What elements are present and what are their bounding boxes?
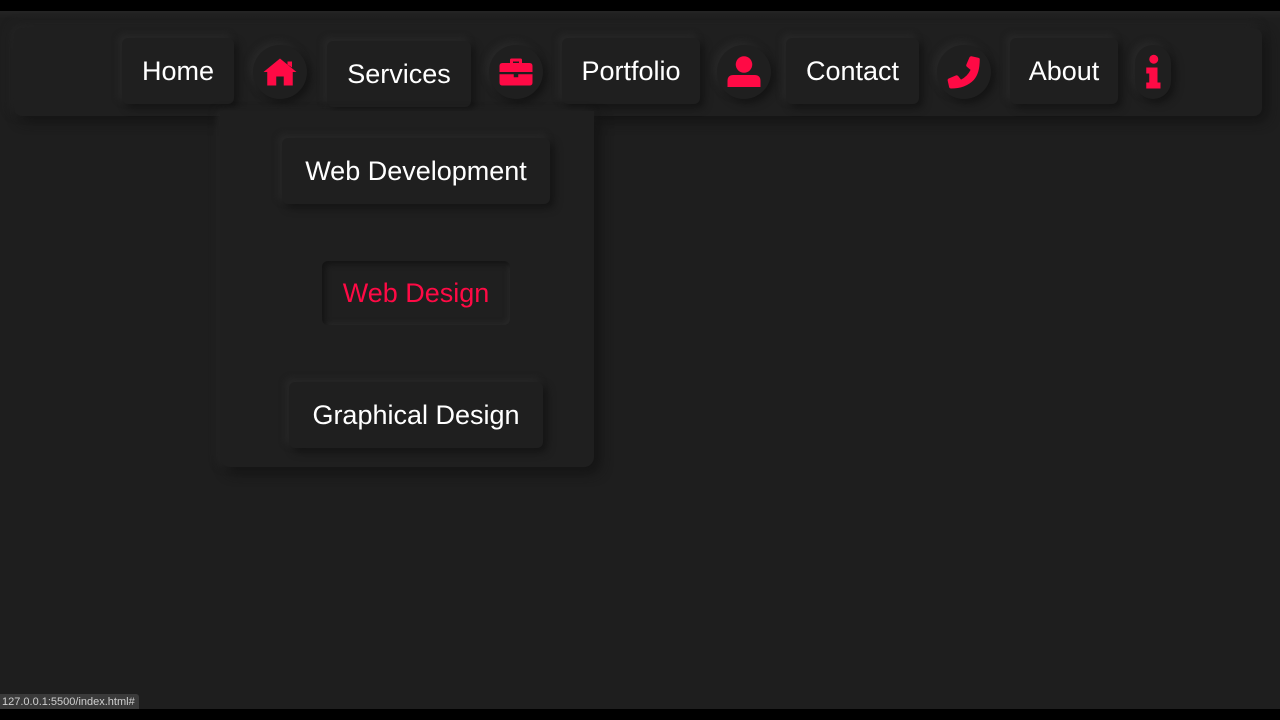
nav-services-label: Services	[347, 58, 451, 89]
phone-icon-glyph	[947, 56, 980, 89]
briefcase-icon[interactable]	[489, 45, 543, 99]
dropdown-item-label: Graphical Design	[312, 399, 520, 430]
user-icon[interactable]	[717, 45, 771, 99]
nav-portfolio-button[interactable]: Portfolio	[562, 38, 700, 104]
info-icon[interactable]	[1135, 45, 1171, 99]
nav-about-button[interactable]: About	[1010, 38, 1118, 104]
nav-about-label: About	[1028, 55, 1100, 86]
home-icon[interactable]	[253, 45, 307, 99]
dropdown-item-web-design[interactable]: Web Design	[322, 261, 510, 325]
info-icon-glyph	[1146, 54, 1161, 89]
nav-services-button[interactable]: Services	[327, 41, 471, 107]
dropdown-item-label: Web Development	[305, 155, 527, 186]
dropdown-item-graphical-design[interactable]: Graphical Design	[289, 382, 543, 448]
nav-home-label: Home	[141, 55, 215, 86]
dropdown-item-label: Web Design	[342, 277, 490, 308]
page-background: Home Services Portfolio Contact About We…	[0, 11, 1280, 709]
status-bar-url: 127.0.0.1:5500/index.html#	[0, 694, 139, 710]
nav-contact-button[interactable]: Contact	[786, 38, 919, 104]
dropdown-item-web-development[interactable]: Web Development	[282, 138, 550, 204]
top-edge	[0, 11, 1280, 19]
user-icon-glyph	[727, 56, 761, 87]
bottom-edge	[0, 709, 1280, 720]
home-icon-glyph	[263, 58, 297, 86]
nav-contact-label: Contact	[805, 55, 900, 86]
phone-icon[interactable]	[937, 45, 991, 99]
nav-portfolio-label: Portfolio	[581, 55, 681, 86]
briefcase-icon-glyph	[499, 58, 533, 86]
nav-home-button[interactable]: Home	[122, 38, 234, 104]
